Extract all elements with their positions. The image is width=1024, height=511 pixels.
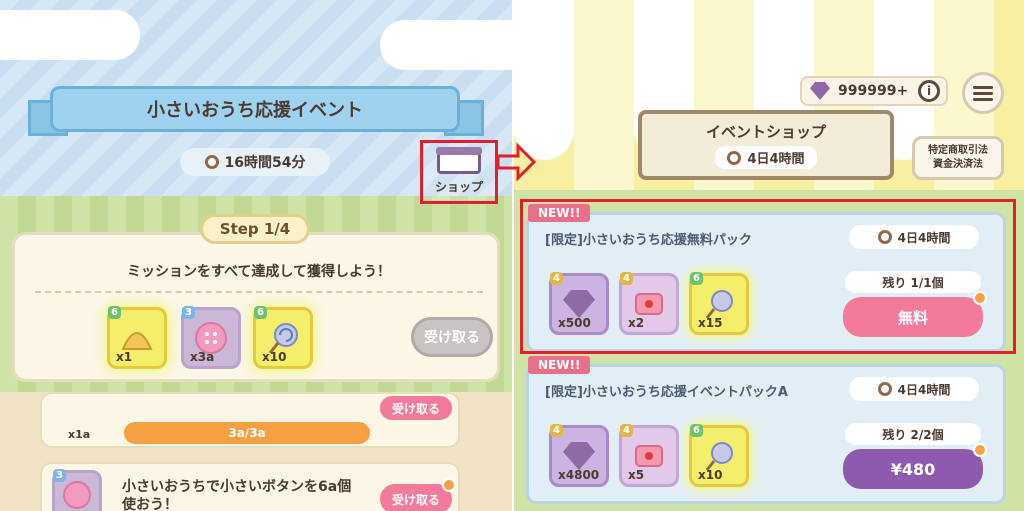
gem-icon [810, 82, 830, 100]
clock-icon [877, 382, 892, 396]
shell-icon [121, 332, 153, 350]
clock-icon [204, 155, 219, 169]
mission-text: ミッションをすべて達成して獲得しよう！ [126, 264, 392, 280]
receive-label: 受け取る [391, 401, 440, 416]
remaining-count: 残り 2/2個 [845, 423, 981, 445]
reward-item[interactable]: 6 x10 [253, 306, 313, 369]
list-item: x1a 3a/3a 受け取る [40, 392, 460, 448]
level-badge: 6 [690, 424, 703, 437]
gem-icon [563, 442, 595, 470]
pack-item-qty: x5 [628, 468, 645, 482]
legal-label: 特定商取引法 [928, 145, 988, 156]
shop-title: イベントショップ [705, 123, 826, 141]
level-badge: 4 [620, 424, 633, 437]
event-screen: 小さいおうち応援イベント 16時間54分 ショップ ミッションをすべて達成して獲… [0, 0, 512, 511]
cloud-decoration [0, 10, 140, 60]
pack-title: [限定]小さいおうち応援イベントパックA [545, 385, 788, 400]
level-badge: 6 [108, 306, 121, 319]
pack-item-qty: x4800 [558, 468, 600, 482]
progress-bar: 3a/3a [124, 422, 370, 444]
awning-stripe [514, 0, 574, 160]
pack-item[interactable]: 4 x4800 [549, 424, 609, 487]
shop-timer-text: 4日4時間 [747, 152, 805, 167]
mission-card: ミッションをすべて達成して獲得しよう！ 6 x1 3 x3a 6 x10 受け取… [12, 232, 500, 382]
ticket-icon [635, 445, 663, 467]
mission-description: 小さいおうちで小さいボタンを6a個使おう！ [122, 479, 352, 511]
event-timer: 16時間54分 [180, 148, 330, 176]
list-item: 3 小さいおうちで小さいボタンを6a個使おう！ 受け取る [40, 462, 460, 511]
progress-text: 3a/3a [228, 426, 266, 440]
legal-notice-button[interactable]: 特定商取引法 資金決済法 [912, 136, 1004, 180]
level-badge: 3 [53, 469, 66, 482]
pack-card: [限定]小さいおうち応援イベントパックA 4日4時間 4 x4800 4 x5 … [526, 364, 1006, 504]
reward-item[interactable]: 3 [52, 469, 102, 511]
pack-item[interactable]: 6 x10 [689, 424, 749, 487]
pack-timer: 4日4時間 [849, 377, 979, 401]
receive-label: 受け取る [391, 492, 440, 507]
gem-count: 999999+ [838, 83, 909, 99]
divider [35, 291, 483, 293]
receive-label: 受け取る [424, 330, 480, 346]
shop-label: ショップ [434, 180, 483, 194]
notification-dot [973, 443, 987, 457]
event-title: 小さいおうち応援イベント [147, 100, 363, 121]
step-label: Step 1/4 [219, 220, 291, 238]
receive-button[interactable]: 受け取る [380, 396, 452, 420]
reward-qty: x3a [190, 350, 215, 364]
info-icon: i [926, 84, 932, 98]
pack-timer-text: 4日4時間 [897, 382, 951, 397]
level-badge: 6 [254, 306, 267, 319]
list-item-qty: x1a [68, 428, 91, 441]
highlight-frame [520, 199, 1016, 354]
shop-signboard: イベントショップ 4日4時間 [638, 110, 894, 180]
receive-button[interactable]: 受け取る [411, 317, 493, 357]
receive-button[interactable]: 受け取る [380, 484, 452, 511]
price-label: ¥480 [890, 459, 936, 479]
reward-qty: x1 [116, 350, 133, 364]
event-title-banner: 小さいおうち応援イベント [50, 86, 460, 132]
shop-timer: 4日4時間 [715, 146, 817, 169]
menu-icon [973, 83, 993, 104]
cloud-decoration [380, 20, 512, 70]
reward-qty: x10 [262, 350, 287, 364]
shop-button[interactable]: ショップ [420, 140, 498, 204]
step-indicator: Step 1/4 [200, 214, 310, 244]
reward-item[interactable]: 3 x3a [181, 306, 241, 369]
purchase-button[interactable]: ¥480 [843, 449, 983, 489]
legal-label: 資金決済法 [933, 159, 983, 170]
lollipop-icon [705, 442, 733, 471]
notification-dot [442, 478, 456, 492]
button-icon [63, 481, 91, 509]
info-button[interactable]: i [918, 80, 940, 102]
shop-icon [436, 147, 482, 174]
pack-item[interactable]: 4 x5 [619, 424, 679, 487]
level-badge: 3 [182, 306, 195, 319]
level-badge: 4 [550, 424, 563, 437]
clock-icon [727, 150, 742, 165]
pack-item-qty: x10 [698, 468, 723, 482]
new-tag: NEW!! [528, 356, 591, 374]
arrow-right-icon [496, 142, 536, 182]
menu-button[interactable] [962, 72, 1004, 114]
reward-item[interactable]: 6 x1 [107, 306, 167, 369]
event-timer-text: 16時間54分 [224, 155, 306, 171]
